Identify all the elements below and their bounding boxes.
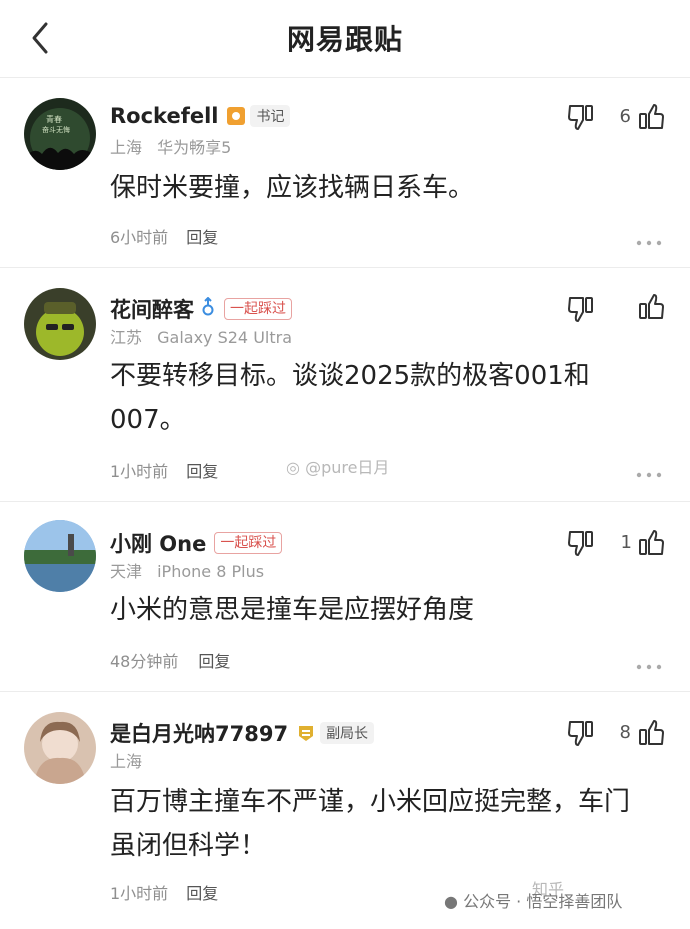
more-icon[interactable] <box>636 232 662 246</box>
rank-icon <box>299 726 314 741</box>
comment-meta: 48分钟前 回复 <box>110 648 230 672</box>
location: 上海 <box>110 138 143 157</box>
timestamp: 1小时前 <box>110 884 169 903</box>
device: Galaxy S24 Ultra <box>157 328 292 347</box>
avatar[interactable]: 青春 奋斗无悔 <box>24 98 96 170</box>
like-count: 8 <box>619 722 631 743</box>
dislike-icon[interactable] <box>566 294 596 324</box>
like-count: 6 <box>619 106 631 127</box>
wechat-icon: ● <box>444 892 458 911</box>
avatar[interactable] <box>24 712 96 784</box>
like-icon[interactable] <box>636 292 666 322</box>
reply-button[interactable]: 回复 <box>186 884 218 903</box>
activity-badge: 一起踩过 <box>214 532 283 554</box>
username[interactable]: 小刚 One 一起踩过 <box>110 528 283 558</box>
like-icon[interactable] <box>636 102 666 132</box>
comment-text: 不要转移目标。谈谈2025款的极客001和007。 <box>110 361 590 435</box>
dislike-icon[interactable] <box>566 528 596 558</box>
location: 上海 <box>110 752 143 771</box>
svg-text:青春: 青春 <box>46 114 62 124</box>
comment-meta: 1小时前 回复 <box>110 458 218 482</box>
location-device: 江苏 Galaxy S24 Ultra <box>110 324 292 348</box>
footer-watermark: ● 公众号 · 悟空择善团队 <box>444 888 622 912</box>
more-icon[interactable] <box>636 656 662 670</box>
weibo-watermark: ◎ @pure日月 <box>286 454 389 478</box>
rank-badge-label: 书记 <box>250 105 291 127</box>
device: 华为畅享5 <box>157 138 232 157</box>
device: iPhone 8 Plus <box>157 562 265 581</box>
reply-button[interactable]: 回复 <box>186 462 218 481</box>
like-count: 1 <box>620 532 632 553</box>
comment-meta: 6小时前 回复 <box>110 224 218 248</box>
username-text: 花间醉客 <box>110 298 194 322</box>
svg-text:奋斗无悔: 奋斗无悔 <box>42 125 70 134</box>
header-bar: 网易跟贴 <box>0 0 690 78</box>
username[interactable]: 花间醉客 一起踩过 <box>110 294 292 324</box>
rank-badge: 副局长 <box>296 722 375 744</box>
location: 天津 <box>110 562 143 581</box>
footer-watermark-text: 公众号 · 悟空择善团队 <box>463 892 623 911</box>
comment-item: 小刚 One 一起踩过 天津 iPhone 8 Plus 小米的意思是撞车是应摆… <box>0 502 690 692</box>
comment-text: 小米的意思是撞车是应摆好角度 <box>110 595 475 625</box>
username-text: 小刚 One <box>110 532 207 556</box>
like-icon[interactable] <box>636 718 666 748</box>
comment-item: 青春 奋斗无悔 Rockefell 书记 上海 华为畅享5 保时米要撞，应该找辆… <box>0 78 690 268</box>
timestamp: 6小时前 <box>110 228 169 247</box>
dislike-icon[interactable] <box>566 102 596 132</box>
dislike-icon[interactable] <box>566 718 596 748</box>
rank-badge-label: 副局长 <box>320 722 375 744</box>
rank-icon <box>227 107 246 125</box>
comment-meta: 1小时前 回复 <box>110 880 218 904</box>
like-icon[interactable] <box>636 528 666 558</box>
comment-text: 百万博主撞车不严谨，小米回应挺完整，车门虽闭但科学！ <box>110 787 631 861</box>
weibo-icon: ◎ <box>286 458 300 477</box>
location-device: 天津 iPhone 8 Plus <box>110 558 264 582</box>
avatar[interactable] <box>24 288 96 360</box>
location: 江苏 <box>110 328 143 347</box>
comment-item: 花间醉客 一起踩过 江苏 Galaxy S24 Ultra 不要转移目标。谈谈2… <box>0 268 690 502</box>
timestamp: 48分钟前 <box>110 652 179 671</box>
username[interactable]: 是白月光呐77897 副局长 <box>110 718 375 748</box>
rank-badge: 书记 <box>226 105 291 127</box>
reply-button[interactable]: 回复 <box>198 652 230 671</box>
comment-text: 保时米要撞，应该找辆日系车。 <box>110 173 475 203</box>
location-device: 上海 <box>110 748 142 772</box>
comment-item: 是白月光呐77897 副局长 上海 百万博主撞车不严谨，小米回应挺完整，车门虽闭… <box>0 692 690 929</box>
page-title: 网易跟贴 <box>286 23 403 56</box>
more-icon[interactable] <box>636 464 662 478</box>
username-text: Rockefell <box>110 104 219 128</box>
avatar[interactable] <box>24 520 96 592</box>
male-icon <box>200 296 216 322</box>
timestamp: 1小时前 <box>110 462 169 481</box>
username-text: 是白月光呐77897 <box>110 722 289 746</box>
username[interactable]: Rockefell 书记 <box>110 104 291 128</box>
weibo-watermark-text: @pure日月 <box>305 458 390 477</box>
reply-button[interactable]: 回复 <box>186 228 218 247</box>
location-device: 上海 华为畅享5 <box>110 134 231 158</box>
activity-badge: 一起踩过 <box>224 298 292 320</box>
